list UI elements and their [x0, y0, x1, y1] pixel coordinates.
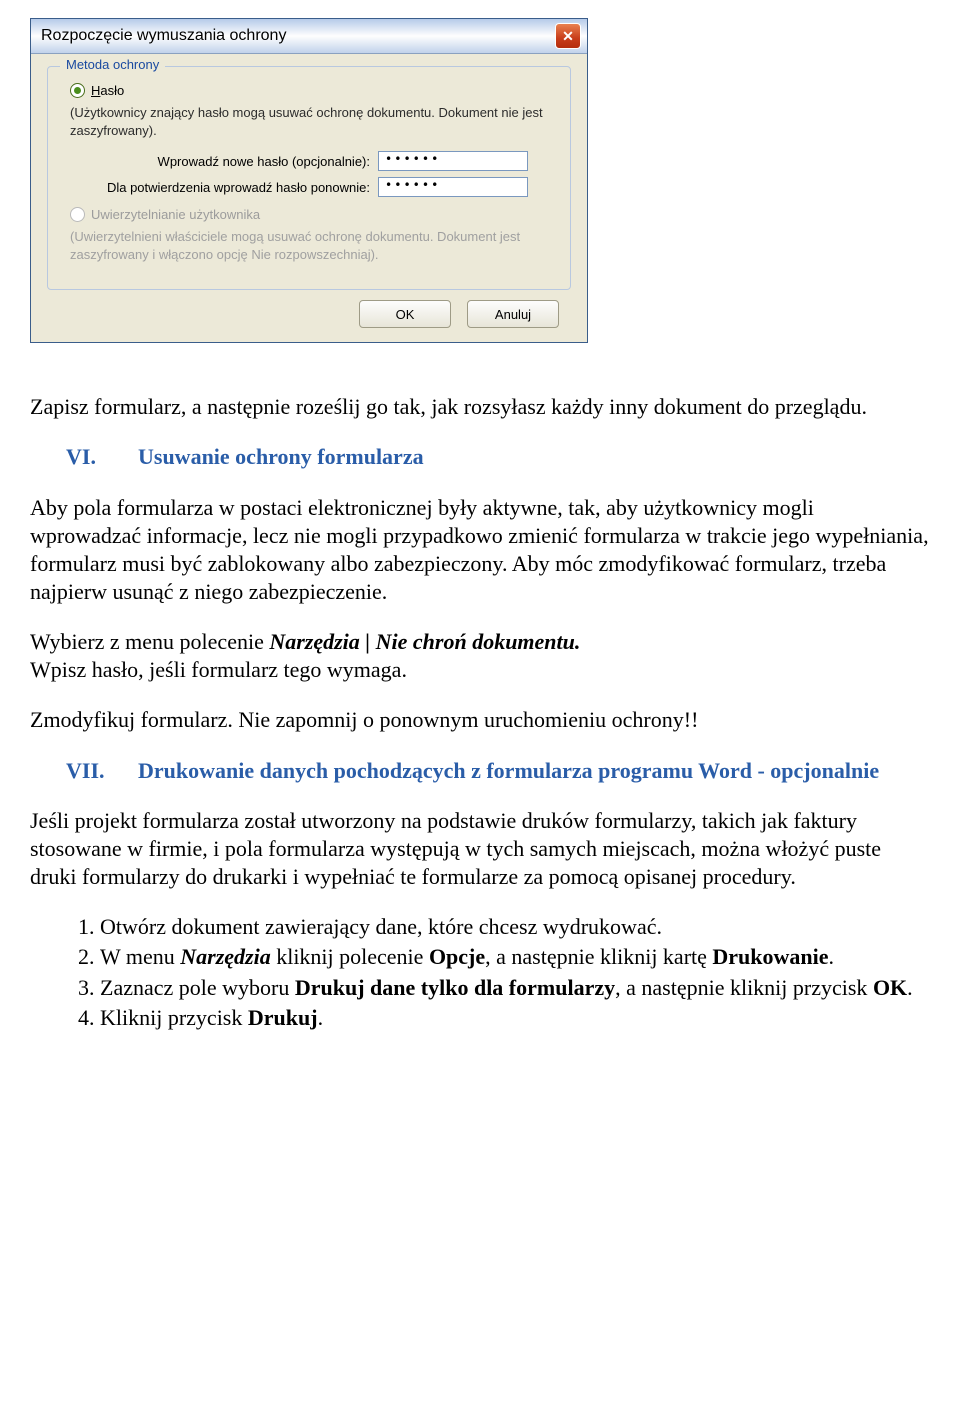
list-item: Otwórz dokument zawierający dane, które …: [100, 913, 930, 941]
heading-number: VI.: [30, 443, 138, 471]
new-password-row: Wprowadź nowe hasło (opcjonalnie): •••••…: [70, 151, 556, 171]
confirm-password-row: Dla potwierdzenia wprowadź hasło ponowni…: [70, 177, 556, 197]
radio-user-label: Uwierzytelnianie użytkownika: [91, 207, 260, 222]
list-item: W menu Narzędzia kliknij polecenie Opcje…: [100, 943, 930, 971]
radio-button-icon: [70, 207, 85, 222]
dialog-window: Rozpoczęcie wymuszania ochrony ✕ Metoda …: [30, 18, 588, 343]
paragraph: Jeśli projekt formularza został utworzon…: [30, 807, 930, 891]
radio-button-icon: [70, 83, 85, 98]
paragraph: Zmodyfikuj formularz. Nie zapomnij o pon…: [30, 706, 930, 734]
heading-number: VII.: [30, 757, 138, 785]
heading-7: VII. Drukowanie danych pochodzących z fo…: [30, 757, 930, 785]
method-groupbox: Metoda ochrony Hasło (Użytkownicy znając…: [47, 66, 571, 290]
cancel-button[interactable]: Anuluj: [467, 300, 559, 328]
list-item: Zaznacz pole wyboru Drukuj dane tylko dl…: [100, 974, 930, 1002]
dialog-titlebar: Rozpoczęcie wymuszania ochrony ✕: [31, 19, 587, 54]
paragraph: Wpisz hasło, jeśli formularz tego wymaga…: [30, 656, 930, 684]
heading-text: Drukowanie danych pochodzących z formula…: [138, 757, 879, 785]
confirm-password-label: Dla potwierdzenia wprowadź hasło ponowni…: [70, 180, 370, 195]
user-auth-desc: (Uwierzytelnieni właściciele mogą usuwać…: [70, 228, 556, 263]
close-icon[interactable]: ✕: [555, 23, 581, 49]
radio-password[interactable]: Hasło: [70, 83, 556, 98]
confirm-password-input[interactable]: ••••••: [378, 177, 528, 197]
new-password-label: Wprowadź nowe hasło (opcjonalnie):: [70, 154, 370, 169]
dialog-title: Rozpoczęcie wymuszania ochrony: [41, 27, 286, 45]
paragraph: Zapisz formularz, a następnie roześlij g…: [30, 393, 930, 421]
password-desc: (Użytkownicy znający hasło mogą usuwać o…: [70, 104, 556, 139]
radio-user-auth: Uwierzytelnianie użytkownika: [70, 207, 556, 222]
list-item: Kliknij przycisk Drukuj.: [100, 1004, 930, 1032]
radio-password-label: Hasło: [91, 83, 124, 98]
ok-button[interactable]: OK: [359, 300, 451, 328]
paragraph: Wybierz z menu polecenie Narzędzia | Nie…: [30, 628, 930, 656]
new-password-input[interactable]: ••••••: [378, 151, 528, 171]
ordered-steps: Otwórz dokument zawierający dane, które …: [30, 913, 930, 1032]
heading-6: VI. Usuwanie ochrony formularza: [30, 443, 930, 471]
dialog-buttons: OK Anuluj: [47, 290, 571, 328]
paragraph: Aby pola formularza w postaci elektronic…: [30, 494, 930, 607]
groupbox-title: Metoda ochrony: [60, 57, 165, 72]
heading-text: Usuwanie ochrony formularza: [138, 443, 424, 471]
